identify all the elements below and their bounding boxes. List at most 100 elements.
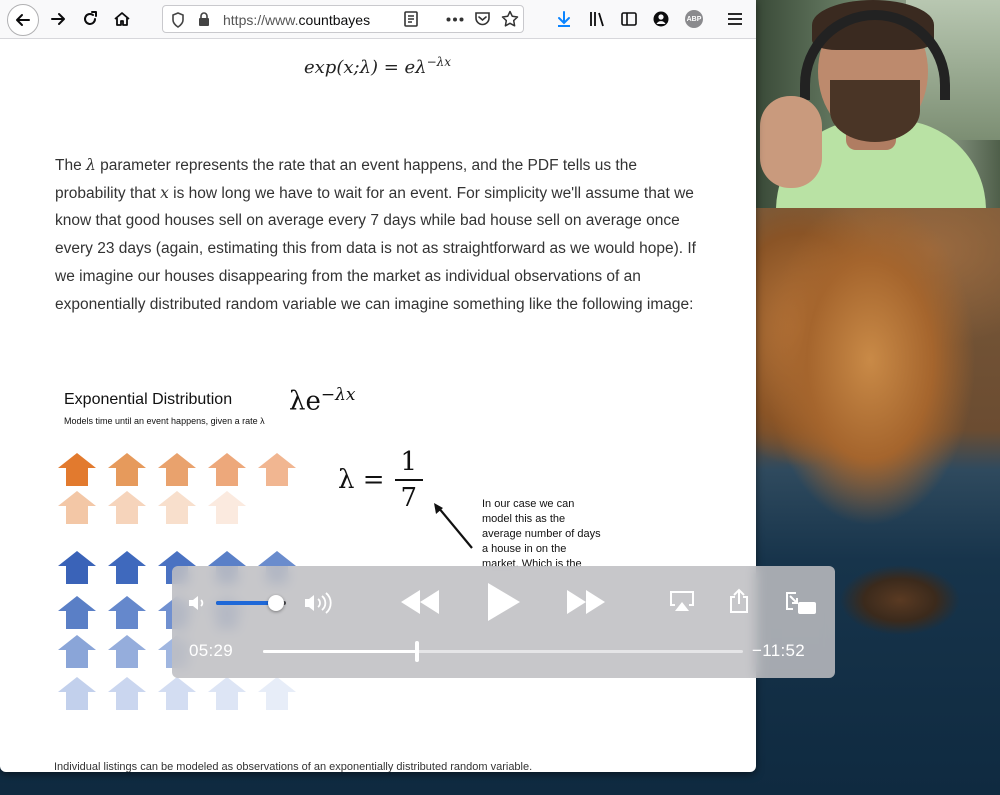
figure-annotation: In our case we can model this as the ave… — [482, 498, 601, 567]
volume-slider[interactable] — [216, 595, 286, 611]
house-icon — [208, 491, 246, 524]
annotation-arrow — [434, 503, 473, 549]
webcam-person-hand — [760, 96, 822, 188]
rewind-icon — [401, 590, 439, 614]
browser-toolbar: https://www.countbayesie. ABP — [0, 0, 756, 39]
x-symbol: x — [160, 183, 169, 202]
exp-formula: exp(x;λ) = eλ−λx — [304, 55, 451, 78]
forward-button[interactable] — [43, 4, 73, 34]
figure-caption: Individual listings can be modeled as ob… — [54, 761, 533, 772]
figure-pdf-formula: λe−λx — [289, 385, 355, 417]
lock-icon[interactable] — [198, 12, 210, 27]
menu-icon — [728, 13, 742, 25]
star-icon[interactable] — [501, 10, 519, 28]
house-icon — [58, 551, 96, 584]
more-icon[interactable] — [446, 17, 464, 22]
webcam-overlay — [756, 0, 1000, 208]
rate-formula-lhs: λ = — [338, 465, 385, 495]
volume-fill — [216, 601, 276, 605]
home-icon — [114, 12, 130, 26]
sidebar-icon — [621, 12, 637, 26]
picture-in-picture-icon — [786, 592, 816, 614]
rate-numerator: 1 — [394, 447, 424, 481]
url-text[interactable]: https://www.countbayesie. — [223, 12, 371, 28]
house-icon — [158, 491, 196, 524]
sidebar-button[interactable] — [614, 4, 644, 34]
pdf-formula-exponent: −λx — [320, 385, 356, 405]
house-icon — [108, 551, 146, 584]
house-icon — [208, 677, 246, 710]
house-icon — [258, 677, 296, 710]
play-button[interactable] — [483, 580, 523, 624]
volume-high-icon — [305, 592, 332, 614]
share-button[interactable] — [728, 588, 750, 614]
airplay-icon — [670, 591, 694, 611]
house-icon — [58, 635, 96, 668]
menu-button[interactable] — [720, 4, 750, 34]
video-controls-overlay: 05:29 −11:52 — [172, 566, 835, 678]
play-icon — [488, 583, 520, 621]
mute-button[interactable] — [186, 592, 208, 614]
house-icon — [108, 453, 146, 486]
rate-denominator: 7 — [400, 483, 418, 513]
house-icon — [58, 453, 96, 486]
rate-fraction: 1 7 — [394, 447, 424, 513]
paragraph-text-1: The — [55, 157, 87, 174]
exp-formula-exponent: −λx — [426, 55, 452, 69]
library-icon — [590, 12, 604, 27]
elapsed-time: 05:29 — [189, 641, 234, 660]
fast-forward-button[interactable] — [564, 586, 608, 618]
house-icon — [158, 677, 196, 710]
volume-low-icon — [189, 596, 204, 610]
volume-knob[interactable] — [267, 595, 284, 611]
house-icon — [108, 677, 146, 710]
house-icon — [108, 491, 146, 524]
pocket-icon[interactable] — [474, 11, 491, 27]
house-icon — [108, 635, 146, 668]
article-paragraph: The λ parameter represents the rate that… — [55, 152, 705, 318]
max-volume-button[interactable] — [302, 590, 338, 616]
adblock-icon: ABP — [685, 10, 703, 28]
url-host: countbayesie. — [298, 12, 371, 28]
pip-button[interactable] — [784, 590, 818, 616]
progress-fill — [263, 650, 417, 653]
adblock-button[interactable]: ABP — [679, 4, 709, 34]
reload-icon — [84, 11, 97, 25]
progress-handle[interactable] — [414, 641, 419, 662]
house-icon — [208, 453, 246, 486]
url-prefix: https://www. — [223, 12, 299, 28]
url-bar[interactable]: https://www.countbayesie. — [162, 5, 524, 33]
downloads-button[interactable] — [549, 4, 579, 34]
lambda-symbol: λ — [86, 156, 96, 174]
airplay-button[interactable] — [669, 590, 695, 614]
house-icon — [58, 677, 96, 710]
share-icon — [730, 588, 748, 613]
shield-icon[interactable] — [171, 12, 185, 28]
exp-formula-base: exp(x;λ) = eλ — [304, 57, 427, 78]
paragraph-text-3: is how long we have to wait for an event… — [55, 184, 696, 313]
back-button[interactable] — [7, 4, 39, 36]
library-button[interactable] — [582, 4, 612, 34]
house-icon — [158, 453, 196, 486]
progress-scrubber[interactable] — [263, 641, 743, 662]
remaining-time: −11:52 — [752, 641, 806, 660]
house-icon — [258, 453, 296, 486]
sea-rocks — [840, 560, 970, 640]
figure-rate-formula: λ = 1 7 — [338, 447, 424, 513]
figure-title: Exponential Distribution — [64, 391, 233, 408]
rewind-button[interactable] — [398, 586, 442, 618]
house-icon — [58, 491, 96, 524]
home-button[interactable] — [107, 4, 137, 34]
download-icon — [558, 11, 570, 27]
pdf-formula-base: λe — [289, 386, 321, 417]
back-icon — [16, 14, 30, 26]
account-icon — [653, 11, 669, 27]
reader-icon[interactable] — [403, 11, 419, 27]
house-icon — [58, 596, 96, 629]
house-icon — [108, 596, 146, 629]
figure-subtitle: Models time until an event happens, give… — [64, 416, 265, 426]
account-button[interactable] — [646, 4, 676, 34]
reload-button[interactable] — [75, 4, 105, 34]
forward-icon — [51, 13, 65, 25]
fast-forward-icon — [567, 590, 605, 614]
